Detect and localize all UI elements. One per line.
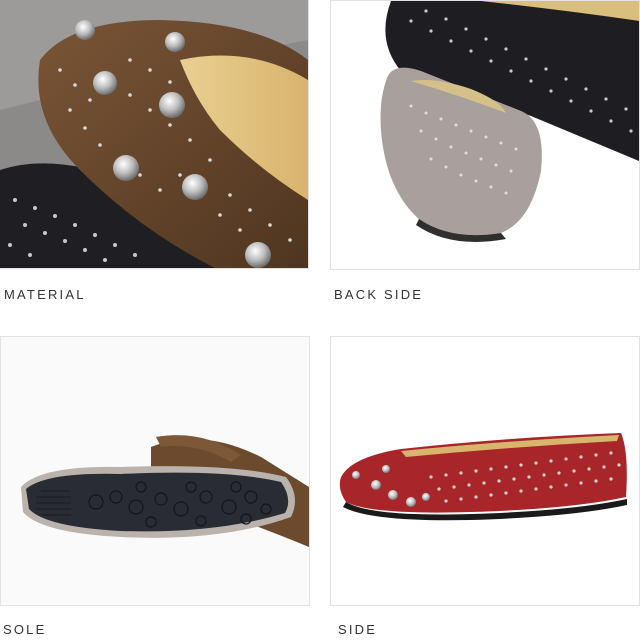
material-photo [0, 0, 308, 268]
red-studded-flat-image [331, 337, 639, 605]
material-caption: MATERIAL [4, 287, 86, 302]
back-side-caption: BACK SIDE [334, 287, 424, 302]
side-caption: SIDE [338, 622, 378, 637]
studded-suede-closeup-image [0, 0, 308, 268]
side-photo [331, 337, 639, 605]
sole-caption: SOLE [3, 622, 47, 637]
patterned-sole-image [1, 337, 309, 605]
back-side-photo [331, 1, 639, 269]
sole-photo [1, 337, 309, 605]
grey-flat-heel-image [331, 1, 639, 269]
